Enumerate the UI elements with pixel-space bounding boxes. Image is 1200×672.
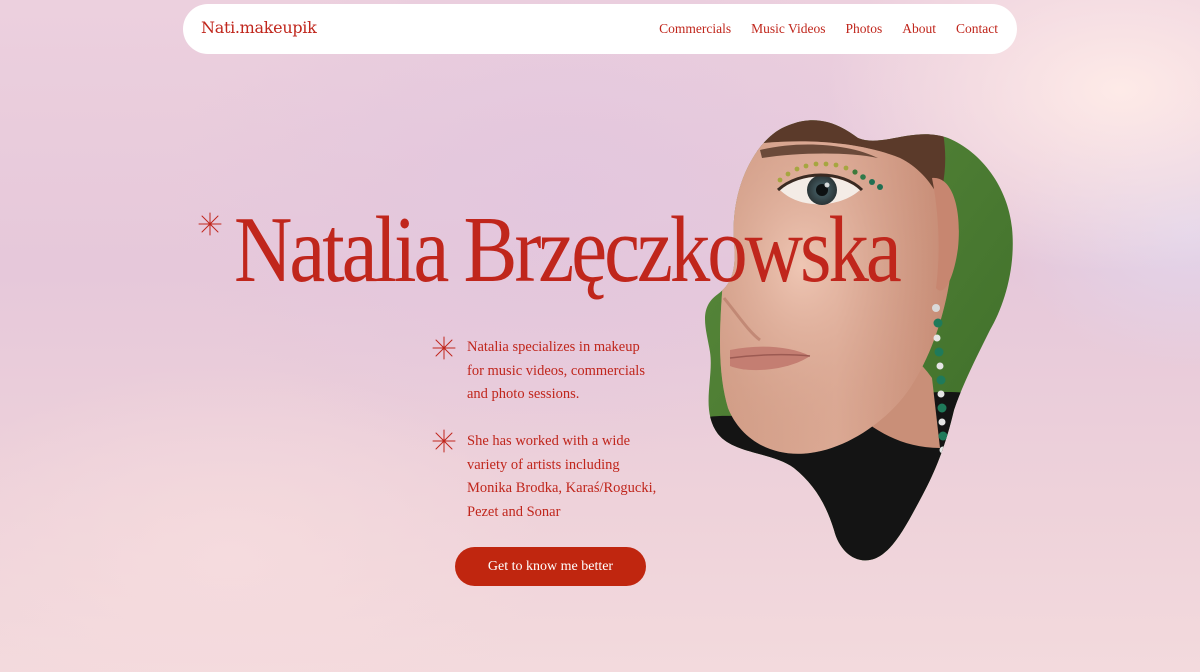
sparkle-icon — [432, 429, 456, 453]
get-to-know-me-button[interactable]: Get to know me better — [455, 547, 646, 586]
nav-link-photos[interactable]: Photos — [845, 21, 882, 37]
title-sparkle-icon — [198, 212, 222, 236]
intro-paragraph: Natalia specializes in makeup for music … — [467, 336, 645, 407]
nav-links: Commercials Music Videos Photos About Co… — [639, 21, 998, 37]
nav-link-commercials[interactable]: Commercials — [659, 21, 731, 37]
nav-link-contact[interactable]: Contact — [956, 21, 998, 37]
paragraph-line: Pezet and Sonar — [467, 503, 561, 520]
nav-link-music-videos[interactable]: Music Videos — [751, 21, 825, 37]
paragraph-line: and photo sessions. — [467, 386, 580, 402]
sparkle-icon — [432, 336, 456, 360]
nav-link-about[interactable]: About — [902, 21, 936, 37]
paragraph-line: She has worked with a wide — [467, 433, 631, 449]
artists-paragraph: She has worked with a wide variety of ar… — [467, 430, 656, 524]
paragraph-line: for music videos, commercials — [467, 362, 645, 379]
portrait-photo — [705, 120, 1013, 561]
paragraph-line: Monika Brodka, Karaś/Rogucki, — [467, 480, 657, 496]
paragraph-line: variety of artists including — [467, 456, 620, 473]
brand-logo[interactable]: Nati.makeupik — [201, 18, 317, 37]
paragraph-line: Natalia specializes in makeup — [467, 339, 640, 355]
navbar: Nati.makeupik Commercials Music Videos P… — [183, 4, 1017, 54]
hero-title: Natalia Brzęczkowska — [234, 198, 902, 302]
